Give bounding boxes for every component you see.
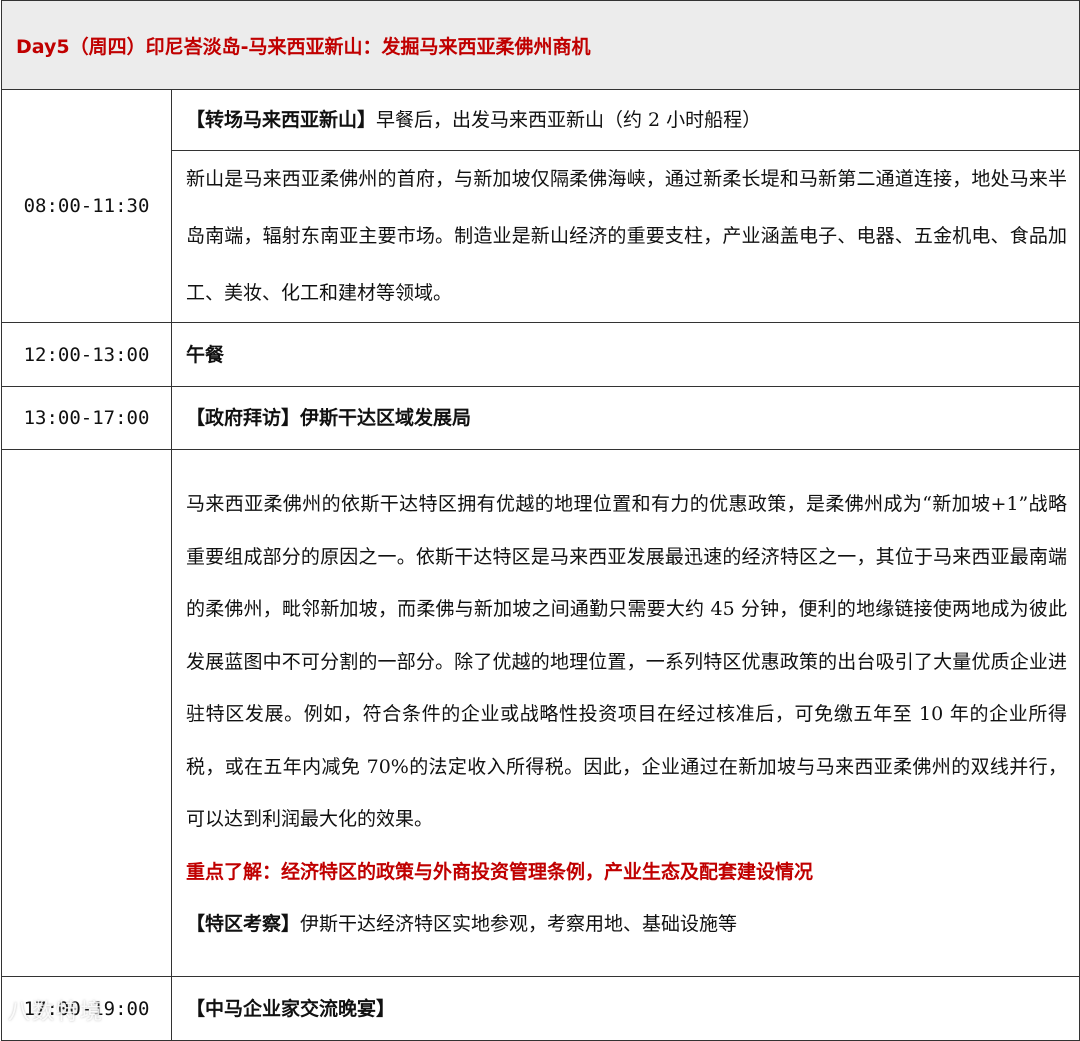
item-description: 新山是马来西亚柔佛州的首府，与新加坡仅隔柔佛海峡，通过新柔长堤和马新第二通道连接… bbox=[170, 150, 1080, 323]
schedule-item: 【中马企业家交流晚宴】 bbox=[170, 976, 1080, 1041]
time-cell: 08:00-11:30 bbox=[1, 89, 172, 323]
time-cell: 13:00-17:00 bbox=[1, 386, 172, 450]
table-row: 13:00-17:00 【政府拜访】伊斯干达区域发展局 bbox=[1, 386, 1080, 450]
day-title: Day5（周四）印尼峇淡岛-马来西亚新山：发掘马来西亚柔佛州商机 bbox=[0, 0, 1080, 90]
item-tag: 【特区考察】 bbox=[186, 912, 301, 935]
item-details: 马来西亚柔佛州的依斯干达特区拥有优越的地理位置和有力的优惠政策，是柔佛州成为“新… bbox=[170, 449, 1080, 977]
visit-item: 【特区考察】伊斯干达经济特区实地参观，考察用地、基础设施等 bbox=[186, 898, 1067, 950]
item-text: 伊斯干达区域发展局 bbox=[300, 407, 472, 429]
itinerary-sheet: Day5（周四）印尼峇淡岛-马来西亚新山：发掘马来西亚柔佛州商机 08:00-1… bbox=[0, 0, 1080, 1041]
day-header-row: Day5（周四）印尼峇淡岛-马来西亚新山：发掘马来西亚柔佛州商机 bbox=[0, 0, 1080, 90]
item-description: 马来西亚柔佛州的依斯干达特区拥有优越的地理位置和有力的优惠政策，是柔佛州成为“新… bbox=[186, 493, 1068, 831]
time-cell-empty bbox=[1, 449, 172, 977]
schedule-item: 【转场马来西亚新山】早餐后，出发马来西亚新山（约 2 小时船程） bbox=[170, 89, 1080, 151]
table-row: 17:00-19:00 【中马企业家交流晚宴】 bbox=[1, 976, 1080, 1041]
table-row: 马来西亚柔佛州的依斯干达特区拥有优越的地理位置和有力的优惠政策，是柔佛州成为“新… bbox=[1, 449, 1080, 977]
time-cell: 12:00-13:00 bbox=[1, 322, 172, 387]
table-row: 08:00-11:30 【转场马来西亚新山】早餐后，出发马来西亚新山（约 2 小… bbox=[1, 89, 1080, 323]
itinerary-table: Day5（周四）印尼峇淡岛-马来西亚新山：发掘马来西亚柔佛州商机 08:00-1… bbox=[0, 0, 1080, 1041]
watermark-logo: 八数特境 bbox=[8, 1000, 105, 1025]
highlight-text: 重点了解：经济特区的政策与外商投资管理条例，产业生态及配套建设情况 bbox=[186, 860, 814, 883]
schedule-item: 【政府拜访】伊斯干达区域发展局 bbox=[170, 386, 1080, 450]
item-tag: 【政府拜访】 bbox=[186, 407, 301, 429]
item-text: 伊斯干达经济特区实地参观，考察用地、基础设施等 bbox=[300, 912, 738, 935]
item-text: 早餐后，出发马来西亚新山（约 2 小时船程） bbox=[376, 109, 762, 131]
item-tag: 【转场马来西亚新山】 bbox=[186, 109, 377, 131]
schedule-item: 午餐 bbox=[170, 322, 1080, 387]
table-row: 12:00-13:00 午餐 bbox=[1, 322, 1080, 387]
